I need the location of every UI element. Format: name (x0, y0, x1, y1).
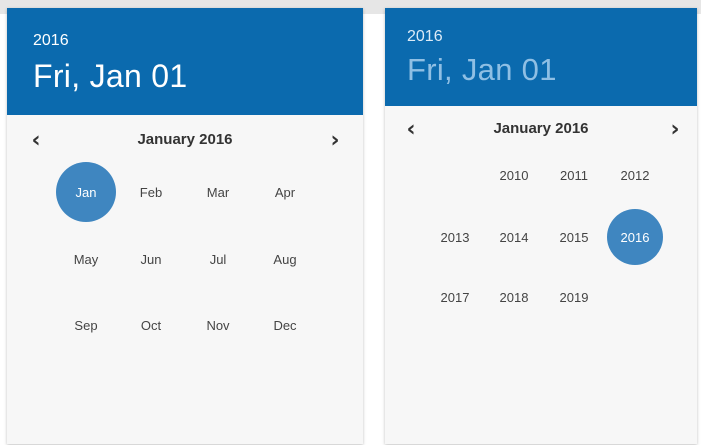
year-cell-2010[interactable]: 2010 (486, 147, 542, 203)
header-year[interactable]: 2016 (407, 28, 443, 46)
month-cell-dec[interactable]: Dec (255, 295, 315, 355)
chevron-left-icon[interactable]: ‹ (22, 126, 50, 154)
year-cell-2018[interactable]: 2018 (486, 269, 542, 325)
chevron-right-icon[interactable]: › (661, 115, 689, 143)
year-cell-2019[interactable]: 2019 (546, 269, 602, 325)
month-cell-sep[interactable]: Sep (56, 295, 116, 355)
nav-row: January 2016 ‹ › (385, 115, 697, 143)
month-cell-may[interactable]: May (56, 229, 116, 289)
year-cell-2012[interactable]: 2012 (607, 147, 663, 203)
nav-title: January 2016 (493, 120, 589, 137)
month-picker: 2016 Fri, Jan 01 January 2016 ‹ › Jan Fe… (7, 8, 363, 444)
month-cell-apr[interactable]: Apr (255, 162, 315, 222)
month-cell-nov[interactable]: Nov (188, 295, 248, 355)
month-cell-oct[interactable]: Oct (121, 295, 181, 355)
year-cell-2014[interactable]: 2014 (486, 209, 542, 265)
chevron-right-icon[interactable]: › (321, 126, 349, 154)
picker-header: 2016 Fri, Jan 01 (385, 8, 697, 106)
year-cell-2013[interactable]: 2013 (427, 209, 483, 265)
month-cell-jun[interactable]: Jun (121, 229, 181, 289)
header-date[interactable]: Fri, Jan 01 (407, 52, 557, 88)
year-picker: 2016 Fri, Jan 01 January 2016 ‹ › 2010 2… (385, 8, 697, 444)
year-cell-2011[interactable]: 2011 (546, 147, 602, 203)
month-cell-aug[interactable]: Aug (255, 229, 315, 289)
nav-row: January 2016 ‹ › (7, 126, 363, 154)
chevron-left-icon[interactable]: ‹ (397, 115, 425, 143)
picker-header: 2016 Fri, Jan 01 (7, 8, 363, 115)
year-cell-2016[interactable]: 2016 (607, 209, 663, 265)
month-cell-jan[interactable]: Jan (56, 162, 116, 222)
year-cell-2015[interactable]: 2015 (546, 209, 602, 265)
header-date[interactable]: Fri, Jan 01 (33, 58, 187, 95)
month-cell-feb[interactable]: Feb (121, 162, 181, 222)
month-cell-jul[interactable]: Jul (188, 229, 248, 289)
year-cell-2017[interactable]: 2017 (427, 269, 483, 325)
nav-title: January 2016 (137, 131, 233, 148)
header-year[interactable]: 2016 (33, 32, 69, 50)
month-cell-mar[interactable]: Mar (188, 162, 248, 222)
